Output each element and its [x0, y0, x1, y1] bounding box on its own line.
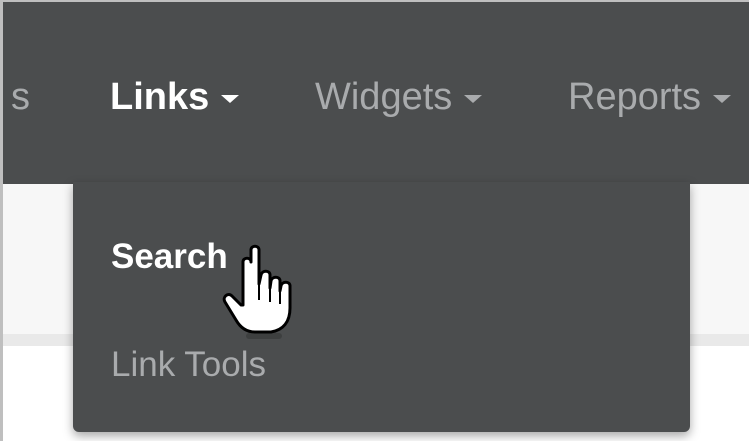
- nav-item-links[interactable]: Links: [110, 72, 240, 122]
- nav-item-reports-label: Reports: [568, 76, 702, 118]
- nav-item-partial[interactable]: s: [11, 72, 30, 122]
- caret-down-icon: [713, 95, 732, 103]
- nav-item-partial-label: s: [11, 76, 30, 118]
- nav-item-widgets-label: Widgets: [315, 76, 453, 118]
- menu-item-search-label: Search: [111, 237, 228, 276]
- nav-item-widgets[interactable]: Widgets: [315, 72, 483, 122]
- links-dropdown-menu: Search Link Tools: [73, 182, 690, 432]
- menu-item-search[interactable]: Search: [111, 234, 228, 280]
- hand-pointer-icon: [222, 244, 292, 339]
- top-navbar: s Links Widgets Reports: [3, 2, 749, 184]
- caret-down-icon: [464, 95, 483, 103]
- nav-item-reports[interactable]: Reports: [568, 72, 732, 122]
- menu-item-link-tools-label: Link Tools: [111, 345, 267, 384]
- nav-item-links-label: Links: [110, 76, 210, 118]
- screenshot-frame: s Links Widgets Reports Search Link Tool…: [0, 0, 749, 441]
- menu-item-link-tools[interactable]: Link Tools: [111, 342, 266, 388]
- caret-down-icon: [221, 95, 240, 103]
